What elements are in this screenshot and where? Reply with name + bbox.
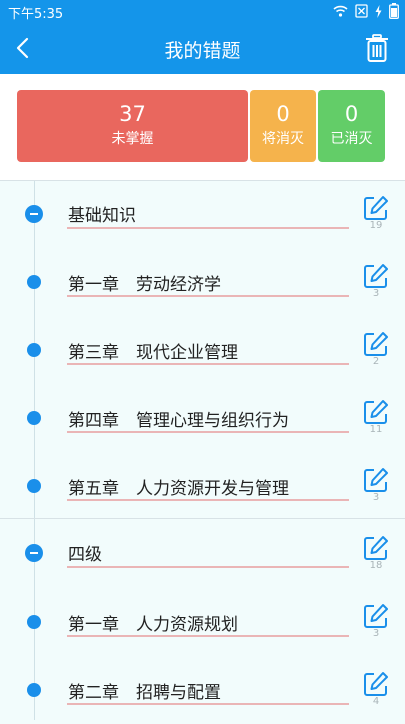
stat-to-eliminate[interactable]: 0 将消灭 <box>250 90 316 162</box>
underline <box>67 566 349 568</box>
timeline-dot <box>27 479 41 493</box>
error-count: 19 <box>369 220 383 231</box>
section-title: 四级 <box>68 545 102 565</box>
sim-none-icon <box>355 4 368 18</box>
trash-icon[interactable] <box>363 33 391 63</box>
page-title: 我的错题 <box>164 40 241 62</box>
error-count: 11 <box>369 424 383 435</box>
wifi-icon <box>333 5 348 17</box>
status-time: 下午5:35 <box>8 7 64 22</box>
underline <box>67 227 349 229</box>
chapter-list: 基础知识 19 第一章 劳动经济学 3 第三章 现代企业管理 2 第四章 管理心… <box>0 180 405 720</box>
error-count: 3 <box>372 628 380 639</box>
edit-icon[interactable] <box>362 534 390 562</box>
list-item[interactable]: 第一章 人力资源规划 3 <box>0 588 405 656</box>
section-title: 基础知识 <box>68 206 136 226</box>
stat-unmastered-count: 37 <box>119 102 146 126</box>
chapter-title: 第二章 招聘与配置 <box>68 683 221 703</box>
underline <box>67 363 349 365</box>
nav-bar: 我的错题 <box>0 22 405 74</box>
charging-icon <box>375 4 382 18</box>
edit-icon[interactable] <box>362 466 390 494</box>
timeline-dot <box>27 683 41 697</box>
list-item[interactable]: 第一章 劳动经济学 3 <box>0 248 405 316</box>
chapter-title: 第四章 管理心理与组织行为 <box>68 411 289 431</box>
error-count: 2 <box>372 356 380 367</box>
underline <box>67 635 349 637</box>
error-count: 4 <box>372 696 380 707</box>
collapse-icon[interactable] <box>25 544 43 562</box>
stat-unmastered[interactable]: 37 未掌握 <box>17 90 248 162</box>
timeline-dot <box>27 275 41 289</box>
list-item[interactable]: 第三章 现代企业管理 2 <box>0 316 405 384</box>
edit-icon[interactable] <box>362 330 390 358</box>
error-count: 18 <box>369 560 383 571</box>
stat-to-eliminate-count: 0 <box>276 102 290 126</box>
timeline-dot <box>27 411 41 425</box>
underline <box>67 499 349 501</box>
stats-panel: 37 未掌握 0 将消灭 0 已消灭 <box>0 74 405 180</box>
edit-icon[interactable] <box>362 262 390 290</box>
list-item[interactable]: 第五章 人力资源开发与管理 3 <box>0 452 405 520</box>
timeline-dot <box>27 343 41 357</box>
chapter-title: 第一章 人力资源规划 <box>68 615 238 635</box>
list-item[interactable]: 第二章 招聘与配置 4 <box>0 656 405 724</box>
chapter-title: 第三章 现代企业管理 <box>68 343 238 363</box>
underline <box>67 703 349 705</box>
chapter-title: 第五章 人力资源开发与管理 <box>68 479 289 499</box>
stat-to-eliminate-label: 将消灭 <box>262 131 304 147</box>
stat-eliminated-count: 0 <box>344 102 359 126</box>
stat-eliminated-label: 已消灭 <box>330 131 373 147</box>
underline <box>67 295 349 297</box>
edit-icon[interactable] <box>362 670 390 698</box>
stat-eliminated[interactable]: 0 已消灭 <box>318 90 385 162</box>
stat-unmastered-label: 未掌握 <box>111 131 154 147</box>
section-header-level-four[interactable]: 四级 18 <box>0 520 405 588</box>
edit-icon[interactable] <box>362 602 390 630</box>
chapter-title: 第一章 劳动经济学 <box>68 275 221 295</box>
underline <box>67 431 349 433</box>
edit-icon[interactable] <box>362 398 390 426</box>
status-bar: 下午5:35 <box>0 0 405 22</box>
status-icons <box>333 3 399 19</box>
timeline-dot <box>27 615 41 629</box>
battery-icon <box>389 3 399 19</box>
edit-icon[interactable] <box>362 194 390 222</box>
error-count: 3 <box>372 288 380 299</box>
section-header-basics[interactable]: 基础知识 19 <box>0 180 405 248</box>
list-item[interactable]: 第四章 管理心理与组织行为 11 <box>0 384 405 452</box>
error-count: 3 <box>372 492 380 503</box>
collapse-icon[interactable] <box>25 205 43 223</box>
